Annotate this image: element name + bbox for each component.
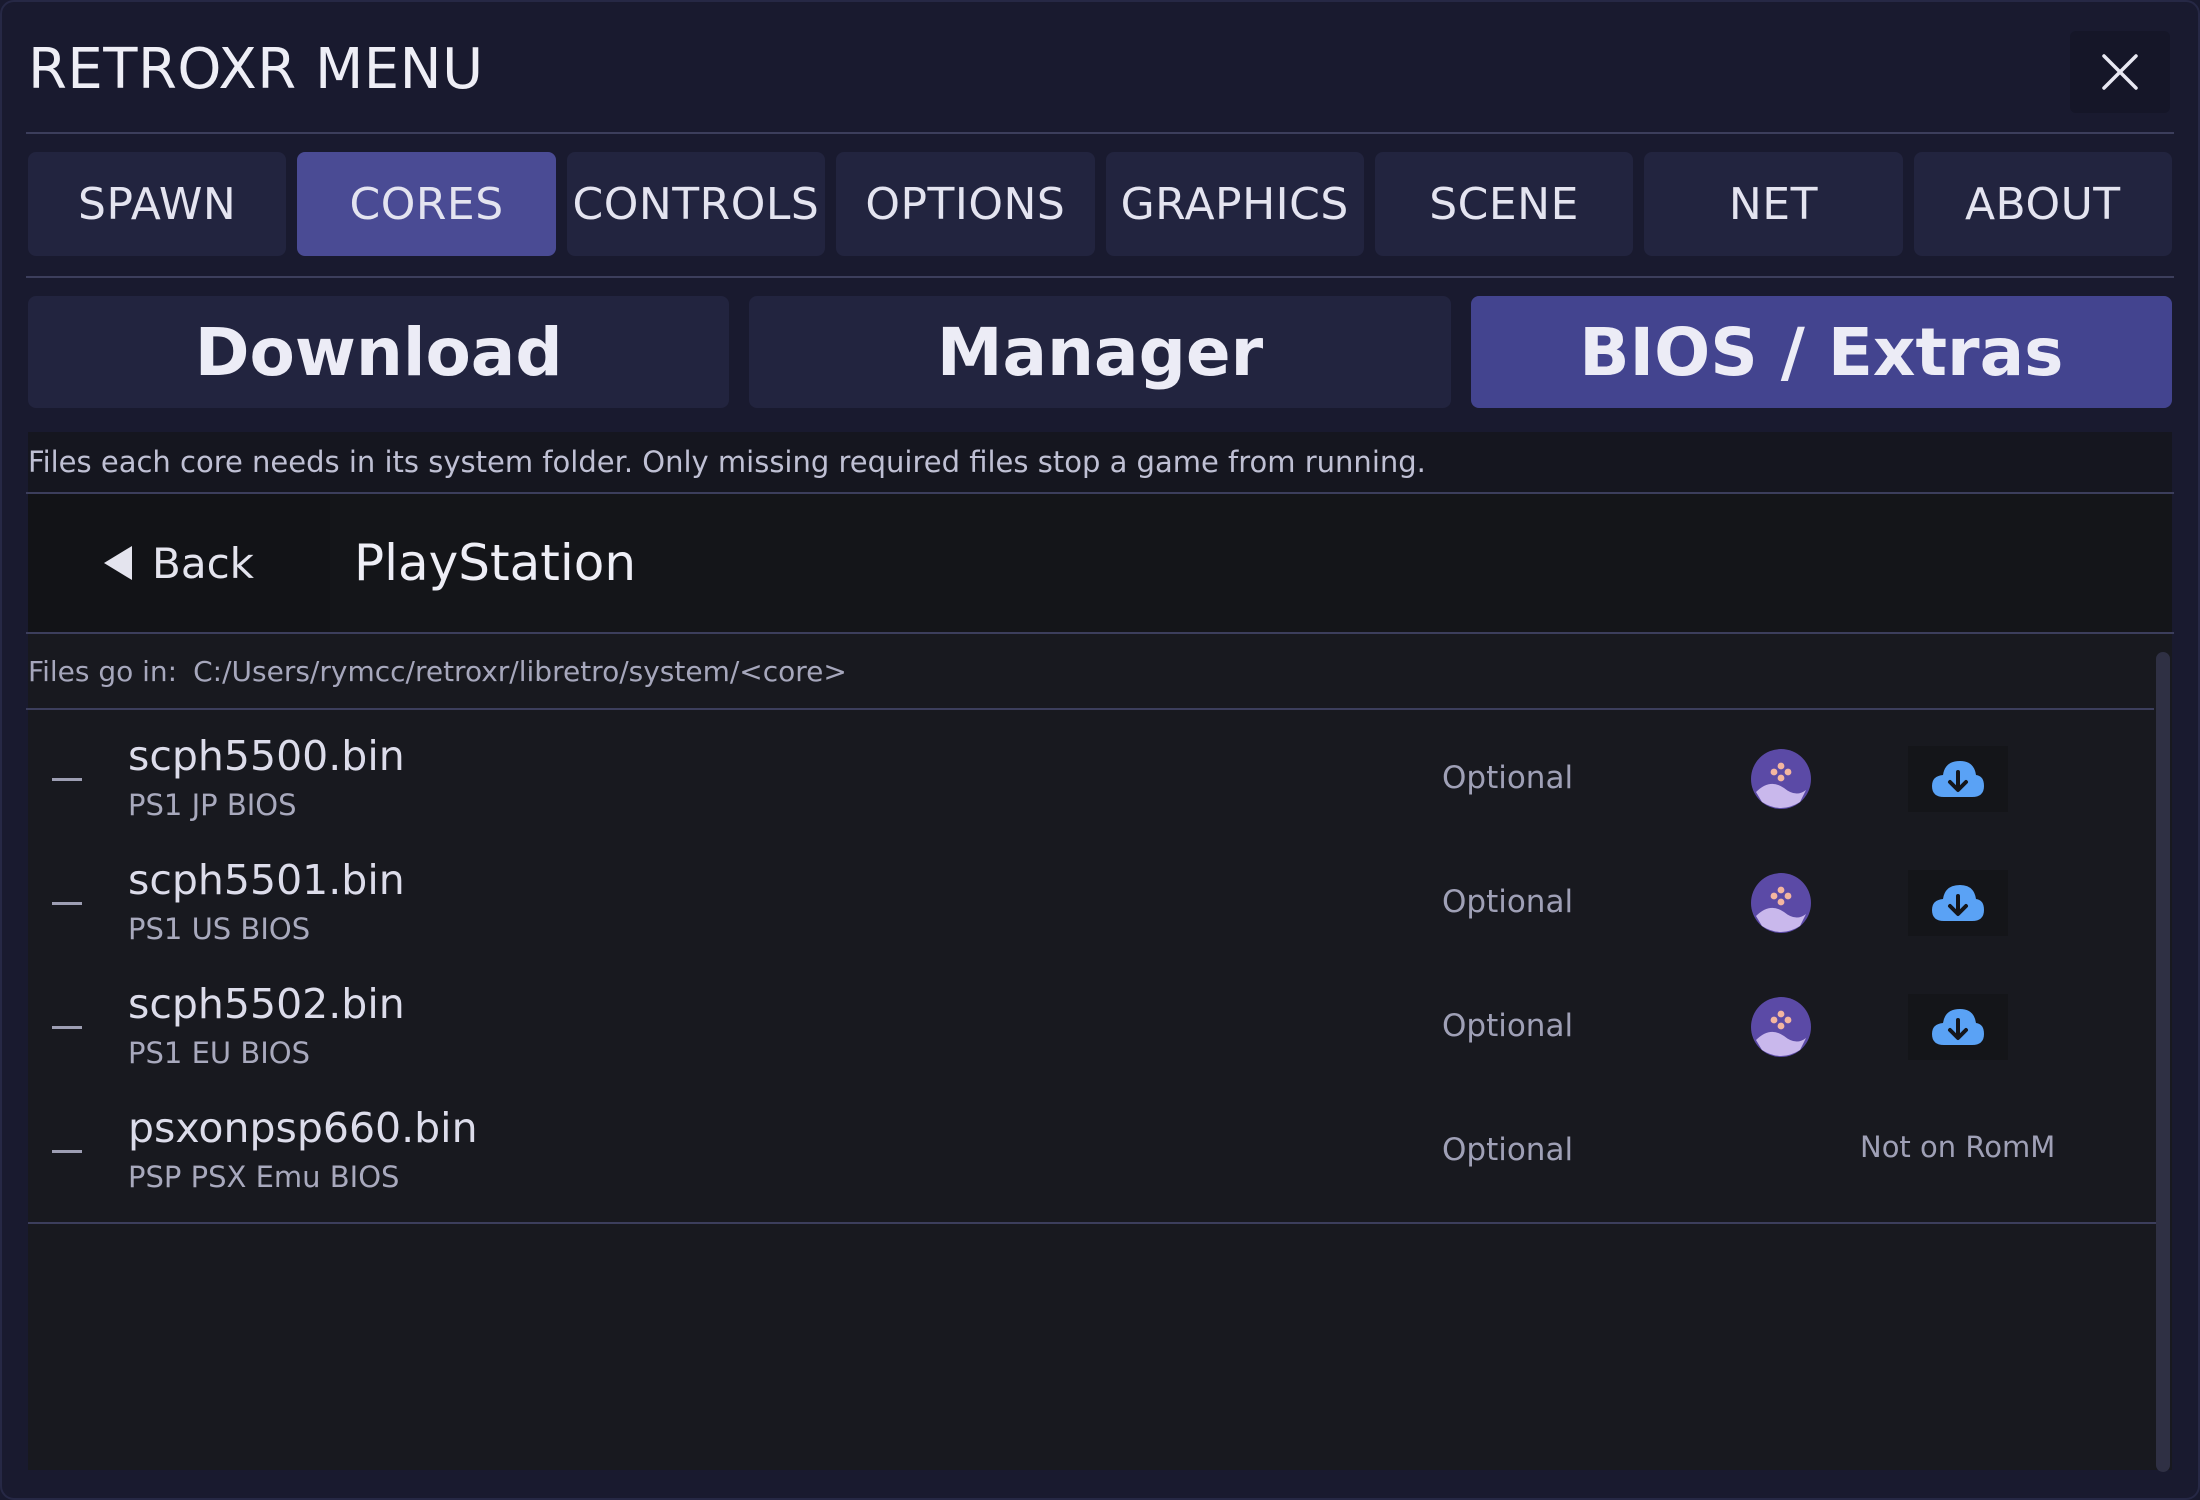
- download-button[interactable]: [1908, 870, 2008, 936]
- path-divider: [26, 708, 2154, 710]
- not-on-romm-label: Not on RomM: [1860, 1130, 2056, 1164]
- list-item: scph5502.bin PS1 EU BIOS Optional: [28, 960, 2156, 1084]
- console-header: Back PlayStation: [28, 494, 2172, 632]
- file-name: scph5502.bin: [128, 980, 405, 1028]
- close-button[interactable]: [2070, 31, 2170, 113]
- subtab-bios-extras[interactable]: BIOS / Extras: [1470, 296, 2172, 408]
- file-status: Optional: [1442, 1008, 1574, 1044]
- tab-controls[interactable]: CONTROLS: [566, 152, 826, 256]
- dash-icon: [52, 778, 82, 781]
- window-title: RETROXR MENU: [28, 37, 484, 102]
- file-name: scph5500.bin: [128, 732, 405, 780]
- list-item: psxonpsp660.bin PSP PSX Emu BIOS Optiona…: [28, 1084, 2156, 1208]
- dash-icon: [52, 1026, 82, 1029]
- tab-about[interactable]: ABOUT: [1913, 152, 2172, 256]
- tab-scene[interactable]: SCENE: [1374, 152, 1634, 256]
- file-description: PS1 EU BIOS: [128, 1036, 311, 1070]
- file-name: psxonpsp660.bin: [128, 1104, 478, 1152]
- tabs-divider: [26, 276, 2174, 278]
- console-title: PlayStation: [354, 534, 637, 592]
- file-name: scph5501.bin: [128, 856, 405, 904]
- scrollbar[interactable]: [2156, 652, 2170, 1472]
- tab-options[interactable]: OPTIONS: [836, 152, 1095, 256]
- romm-logo-icon[interactable]: [1750, 996, 1812, 1058]
- list-divider: [28, 1222, 2156, 1224]
- file-status: Optional: [1442, 1132, 1574, 1168]
- tab-net[interactable]: NET: [1644, 152, 1903, 256]
- download-button[interactable]: [1908, 994, 2008, 1060]
- path-value: C:/Users/rymcc/retroxr/libretro/system/<…: [193, 655, 847, 688]
- back-label: Back: [152, 538, 254, 588]
- tab-graphics[interactable]: GRAPHICS: [1105, 152, 1364, 256]
- info-text: Files each core needs in its system fold…: [28, 432, 2172, 492]
- file-description: PS1 US BIOS: [128, 912, 311, 946]
- file-description: PS1 JP BIOS: [128, 788, 297, 822]
- cores-subtabs: Download Manager BIOS / Extras: [28, 296, 2172, 408]
- list-item: scph5500.bin PS1 JP BIOS Optional: [28, 712, 2156, 836]
- download-button[interactable]: [1908, 746, 2008, 812]
- cloud-download-icon: [1932, 1009, 1984, 1045]
- close-icon: [2102, 54, 2138, 90]
- back-arrow-icon: [104, 546, 133, 580]
- header-divider: [26, 632, 2174, 634]
- romm-logo-icon[interactable]: [1750, 872, 1812, 934]
- main-tabs: SPAWN CORES CONTROLS OPTIONS GRAPHICS SC…: [28, 152, 2172, 256]
- cloud-download-icon: [1932, 761, 1984, 797]
- tab-spawn[interactable]: SPAWN: [28, 152, 287, 256]
- path-label: Files go in:: [28, 655, 178, 688]
- dash-icon: [52, 1150, 82, 1153]
- cloud-download-icon: [1932, 885, 1984, 921]
- title-divider: [26, 132, 2174, 134]
- dash-icon: [52, 902, 82, 905]
- romm-logo-icon[interactable]: [1750, 748, 1812, 810]
- subtab-manager[interactable]: Manager: [749, 296, 1451, 408]
- back-button[interactable]: Back: [28, 494, 330, 632]
- bios-file-list: scph5500.bin PS1 JP BIOS Optional scph55…: [28, 712, 2156, 1208]
- tab-cores[interactable]: CORES: [297, 152, 556, 256]
- subtab-download[interactable]: Download: [28, 296, 730, 408]
- file-status: Optional: [1442, 760, 1574, 796]
- list-item: scph5501.bin PS1 US BIOS Optional: [28, 836, 2156, 960]
- file-description: PSP PSX Emu BIOS: [128, 1160, 400, 1194]
- system-path: Files go in: C:/Users/rymcc/retroxr/libre…: [28, 650, 847, 694]
- file-status: Optional: [1442, 884, 1574, 920]
